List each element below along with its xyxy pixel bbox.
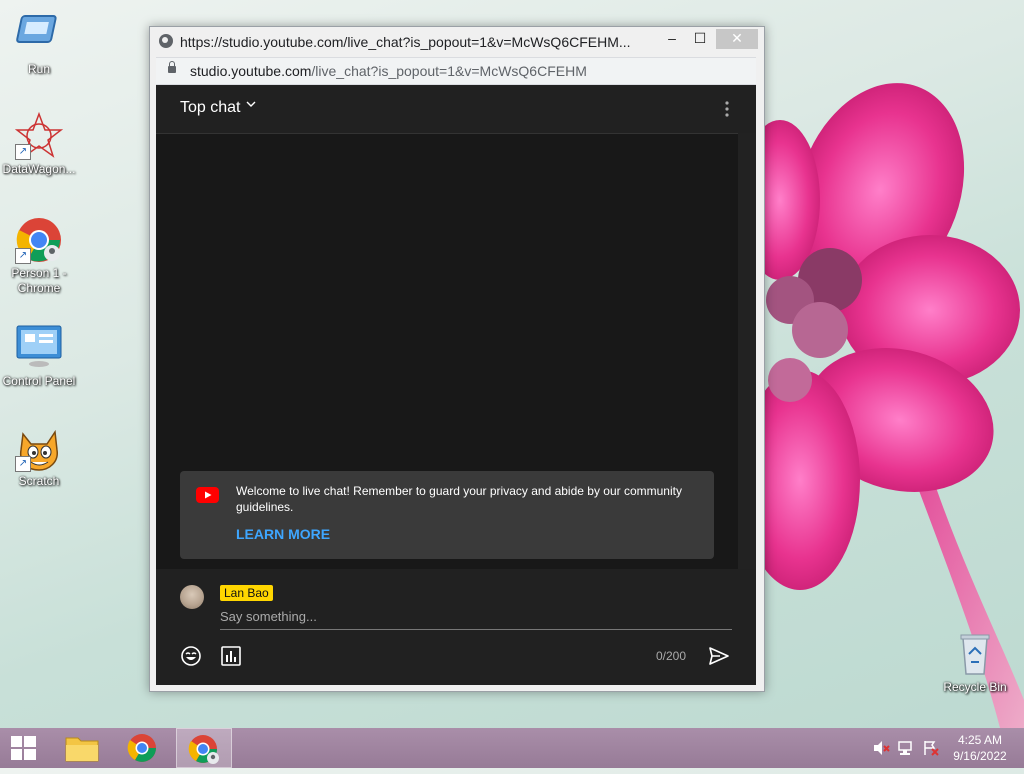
action-center-flag-icon[interactable] (922, 740, 940, 756)
chat-scrollbar[interactable] (738, 133, 756, 569)
chat-input-area: Lan Bao Say something... 0/200 (156, 569, 756, 685)
char-counter: 0/200 (656, 649, 687, 663)
desktop-icon-scratch[interactable]: ↗ Scratch (0, 424, 78, 489)
lock-icon (168, 61, 176, 73)
minimize-button[interactable]: – (660, 29, 684, 49)
desktop-icon-control-panel[interactable]: Control Panel (0, 324, 78, 389)
scratch-cat-icon: ↗ (15, 424, 63, 472)
live-chat-panel: Top chat Welcome to live chat! Remember … (156, 85, 756, 685)
chrome-profile-icon (188, 735, 219, 764)
learn-more-link[interactable]: LEARN MORE (236, 526, 330, 542)
windows-logo-icon (11, 736, 36, 760)
taskbar-file-explorer[interactable] (58, 728, 106, 768)
author-name-badge: Lan Bao (220, 585, 273, 601)
youtube-logo-icon (196, 487, 219, 503)
address-bar[interactable]: studio.youtube.com/live_chat?is_popout=1… (156, 57, 756, 85)
clock-time: 4:25 AM (957, 733, 1003, 747)
shortcut-arrow-icon: ↗ (15, 248, 31, 264)
chat-mode-dropdown-label[interactable]: Top chat (180, 99, 240, 117)
window-title: https://studio.youtube.com/live_chat?is_… (180, 34, 631, 50)
emoji-icon[interactable] (180, 645, 202, 667)
desktop-icon-recycle-bin[interactable]: Recycle Bin (936, 630, 1014, 695)
chat-header: Top chat (156, 85, 756, 134)
network-icon[interactable] (897, 740, 915, 756)
recycle-bin-icon (951, 630, 999, 678)
clock-date: 9/16/2022 (953, 749, 1007, 763)
send-icon[interactable] (708, 645, 730, 667)
datawagon-icon: ↗ (14, 111, 64, 160)
close-button[interactable]: ✕ (716, 29, 758, 49)
window-titlebar[interactable]: https://studio.youtube.com/live_chat?is_… (150, 27, 764, 57)
taskbar: 4:25 AM 9/16/2022 (0, 728, 1024, 768)
chat-message-input[interactable]: Say something... (220, 609, 732, 630)
control-panel-icon (15, 324, 63, 372)
start-button[interactable] (0, 728, 48, 768)
run-icon (15, 12, 63, 60)
address-path: /live_chat?is_popout=1&v=McWsQ6CFEHM (311, 63, 587, 79)
desktop-icon-chrome-person1[interactable]: ↗ Person 1 - Chrome (0, 216, 78, 296)
address-host: studio.youtube.com (190, 63, 312, 79)
system-clock[interactable]: 4:25 AM 9/16/2022 (940, 732, 1020, 764)
poll-icon[interactable] (220, 645, 242, 667)
address-url: studio.youtube.com/live_chat?is_popout=1… (190, 63, 587, 79)
folder-icon (65, 737, 99, 762)
shortcut-arrow-icon: ↗ (15, 456, 31, 472)
chevron-down-icon[interactable] (246, 99, 256, 109)
taskbar-chrome-person1[interactable] (176, 728, 232, 768)
shortcut-arrow-icon: ↗ (15, 144, 31, 160)
maximize-button[interactable]: ☐ (688, 29, 712, 49)
desktop-icon-run[interactable]: Run (0, 12, 78, 77)
volume-muted-icon[interactable] (872, 740, 890, 756)
chrome-icon (127, 734, 156, 762)
more-options-icon[interactable] (722, 99, 732, 119)
welcome-message: Welcome to live chat! Remember to guard … (236, 484, 682, 514)
avatar (180, 585, 204, 609)
taskbar-chrome[interactable] (118, 728, 166, 768)
browser-popup-window: https://studio.youtube.com/live_chat?is_… (149, 26, 765, 692)
chrome-icon: ↗ (15, 216, 63, 264)
globe-icon (159, 34, 173, 48)
welcome-banner: Welcome to live chat! Remember to guard … (180, 471, 714, 559)
desktop-icon-datawagon[interactable]: ↗ DataWagon... (0, 111, 78, 177)
